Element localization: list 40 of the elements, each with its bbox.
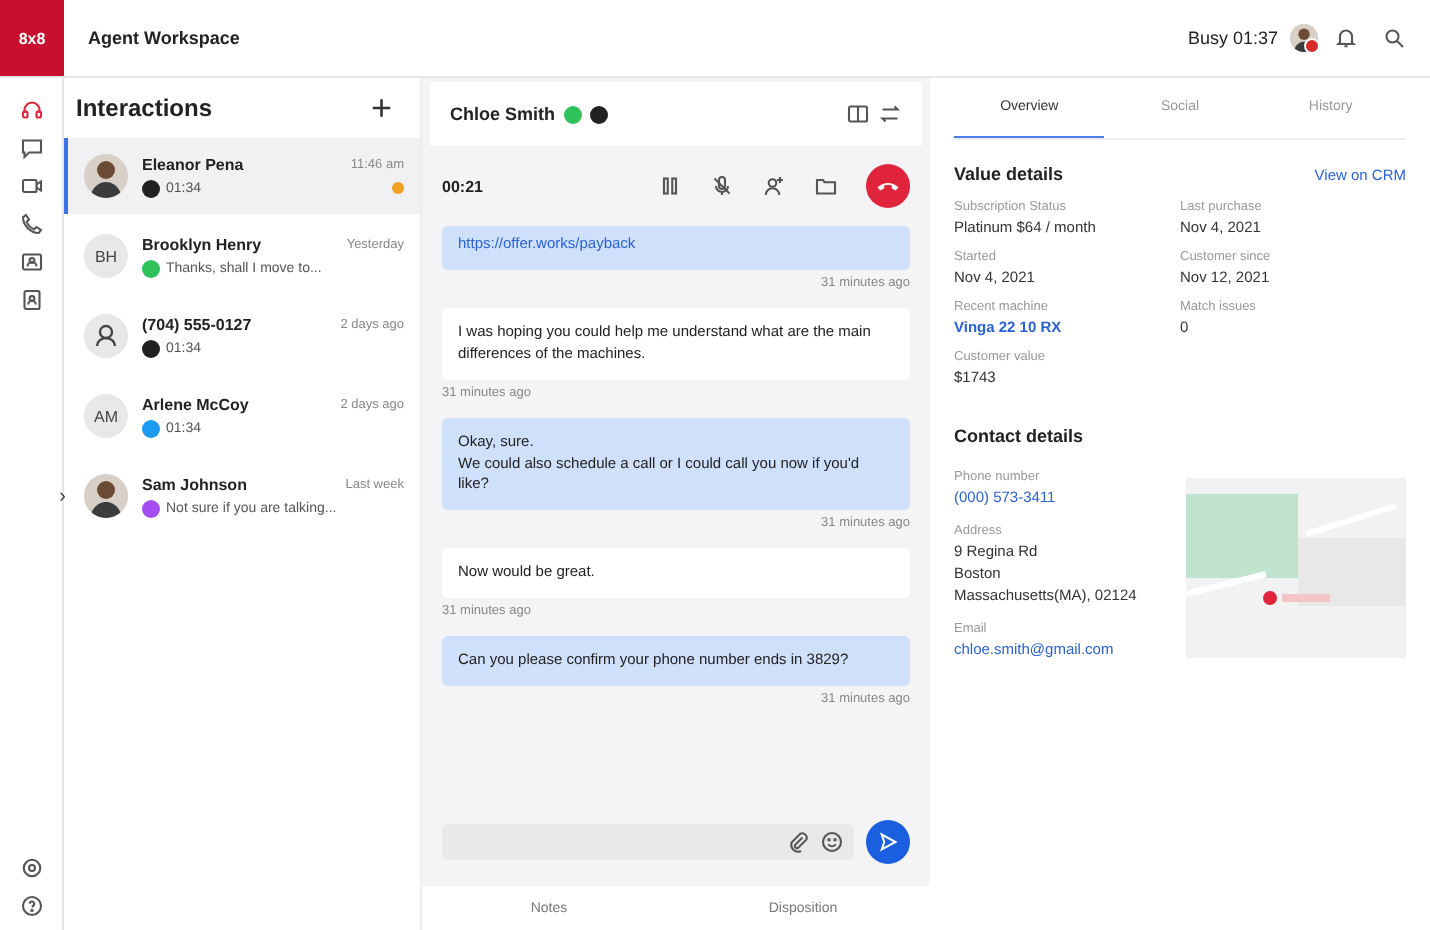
video-icon[interactable] — [19, 174, 43, 198]
status-label[interactable]: Busy 01:37 — [1187, 28, 1278, 48]
section-title: Contact details — [954, 426, 1084, 446]
send-icon — [878, 832, 898, 852]
presence-dot — [1304, 38, 1320, 54]
expand-toggle[interactable]: › — [59, 486, 66, 508]
message-input[interactable] — [442, 824, 854, 860]
logo: 8x8 — [0, 0, 64, 76]
chat-icon[interactable] — [19, 136, 43, 160]
id-card-icon[interactable] — [19, 288, 43, 312]
contact-name: Sam Johnson — [142, 475, 247, 493]
pause-icon[interactable] — [658, 174, 682, 198]
transfer-icon[interactable] — [878, 102, 902, 126]
avatar: BH — [84, 234, 128, 278]
add-button[interactable]: + — [370, 90, 392, 126]
mute-icon[interactable] — [710, 174, 734, 198]
send-button[interactable] — [866, 820, 910, 864]
bell-icon[interactable] — [1334, 26, 1358, 50]
contact-name: Chloe Smith — [450, 104, 556, 124]
phone-icon[interactable] — [19, 212, 43, 236]
add-person-icon[interactable] — [762, 174, 786, 198]
settings-icon[interactable] — [19, 856, 43, 880]
panel-icon[interactable] — [846, 102, 870, 126]
folder-icon[interactable] — [814, 174, 838, 198]
section-title: Value details — [954, 164, 1064, 184]
emoji-icon[interactable] — [820, 830, 844, 854]
hang-up-button[interactable] — [866, 164, 910, 208]
search-icon[interactable] — [1382, 26, 1406, 50]
contact-name: Eleanor Pena — [142, 155, 244, 173]
help-icon[interactable] — [19, 894, 43, 918]
contact-name: Brooklyn Henry — [142, 235, 262, 253]
panel-title: Interactions — [76, 94, 213, 122]
avatar: AM — [84, 394, 128, 438]
call-timer: 00:21 — [442, 177, 485, 195]
contact-name: Arlene McCoy — [142, 395, 249, 413]
contact-name: (704) 555-0127 — [142, 315, 252, 333]
headset-icon[interactable] — [19, 98, 43, 122]
app-title: Agent Workspace — [88, 28, 242, 48]
contacts-icon[interactable] — [19, 250, 43, 274]
attach-icon[interactable] — [786, 830, 810, 854]
